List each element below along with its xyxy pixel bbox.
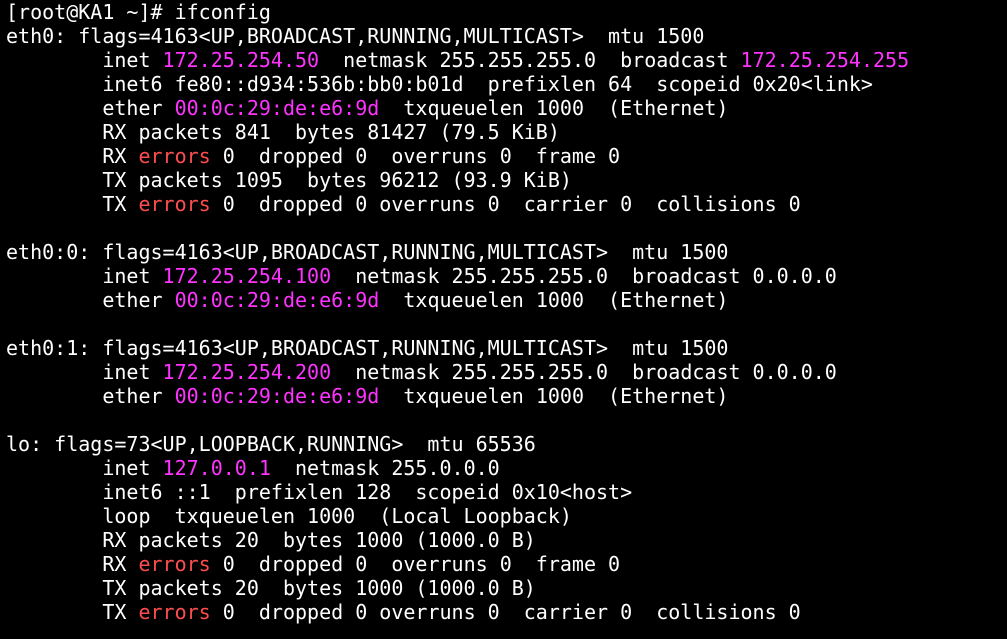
error-keyword: errors [138,192,211,216]
output-text: RX [6,144,139,168]
output-line: eth0:0: flags=4163<UP,BROADCAST,RUNNING,… [6,240,1007,264]
highlighted-address: 172.25.254.200 [162,360,332,384]
output-text: ether [6,96,175,120]
output-text: netmask 255.255.255.0 broadcast [319,48,741,72]
output-text: inet6 fe80::d934:536b:bb0:b01d prefixlen… [6,72,873,96]
output-text: RX packets 20 bytes 1000 (1000.0 B) [6,528,536,552]
output-text: lo: flags=73<UP,LOOPBACK,RUNNING> mtu 65… [6,432,536,456]
output-text: 0 dropped 0 overruns 0 frame 0 [210,552,621,576]
output-text: netmask 255.255.255.0 broadcast 0.0.0.0 [331,360,837,384]
output-line: ether 00:0c:29:de:e6:9d txqueuelen 1000 … [6,288,1007,312]
output-line: inet 172.25.254.100 netmask 255.255.255.… [6,264,1007,288]
output-text: eth0:1: flags=4163<UP,BROADCAST,RUNNING,… [6,336,729,360]
error-keyword: errors [138,552,211,576]
output-text: TX [6,600,139,624]
error-keyword: errors [138,600,211,624]
output-line: TX errors 0 dropped 0 overruns 0 carrier… [6,600,1007,624]
output-line: ether 00:0c:29:de:e6:9d txqueuelen 1000 … [6,384,1007,408]
output-line: eth0: flags=4163<UP,BROADCAST,RUNNING,MU… [6,24,1007,48]
highlighted-address: 00:0c:29:de:e6:9d [174,288,380,312]
highlighted-address: 172.25.254.50 [162,48,320,72]
output-text: inet [6,48,163,72]
output-line: loop txqueuelen 1000 (Local Loopback) [6,504,1007,528]
output-line: RX errors 0 dropped 0 overruns 0 frame 0 [6,144,1007,168]
output-line: inet6 fe80::d934:536b:bb0:b01d prefixlen… [6,72,1007,96]
output-line: TX packets 20 bytes 1000 (1000.0 B) [6,576,1007,600]
output-text: netmask 255.0.0.0 [270,456,500,480]
output-line: inet6 ::1 prefixlen 128 scopeid 0x10<hos… [6,480,1007,504]
output-line: lo: flags=73<UP,LOOPBACK,RUNNING> mtu 65… [6,432,1007,456]
highlighted-address: 172.25.254.255 [740,48,910,72]
output-line: RX packets 20 bytes 1000 (1000.0 B) [6,528,1007,552]
output-text: txqueuelen 1000 (Ethernet) [379,288,729,312]
output-text: inet [6,456,163,480]
output-line: TX packets 1095 bytes 96212 (93.9 KiB) [6,168,1007,192]
output-text: inet [6,360,163,384]
output-text: [root@KA1 ~]# ifconfig [6,0,271,24]
output-line: eth0:1: flags=4163<UP,BROADCAST,RUNNING,… [6,336,1007,360]
terminal-window[interactable]: [root@KA1 ~]# ifconfig eth0: flags=4163<U… [0,0,1007,639]
output-text: TX [6,192,139,216]
output-text: RX [6,552,139,576]
output-text: 0 dropped 0 overruns 0 frame 0 [210,144,621,168]
output-line: TX errors 0 dropped 0 overruns 0 carrier… [6,192,1007,216]
output-text: loop txqueuelen 1000 (Local Loopback) [6,504,572,528]
highlighted-address: 127.0.0.1 [162,456,271,480]
output-text: 0 dropped 0 overruns 0 carrier 0 collisi… [210,600,801,624]
output-text: RX packets 841 bytes 81427 (79.5 KiB) [6,120,560,144]
command-prompt-line: [root@KA1 ~]# ifconfig [6,0,1007,24]
output-text: TX packets 20 bytes 1000 (1000.0 B) [6,576,536,600]
highlighted-address: 00:0c:29:de:e6:9d [174,384,380,408]
output-text: 0 dropped 0 overruns 0 carrier 0 collisi… [210,192,801,216]
output-text: inet [6,264,163,288]
output-text: ether [6,384,175,408]
output-text: eth0: flags=4163<UP,BROADCAST,RUNNING,MU… [6,24,705,48]
output-line: ether 00:0c:29:de:e6:9d txqueuelen 1000 … [6,96,1007,120]
output-text: ether [6,288,175,312]
output-text: netmask 255.255.255.0 broadcast 0.0.0.0 [331,264,837,288]
output-text: eth0:0: flags=4163<UP,BROADCAST,RUNNING,… [6,240,729,264]
output-line: RX packets 841 bytes 81427 (79.5 KiB) [6,120,1007,144]
output-text: txqueuelen 1000 (Ethernet) [379,384,729,408]
output-text: TX packets 1095 bytes 96212 (93.9 KiB) [6,168,572,192]
highlighted-address: 172.25.254.100 [162,264,332,288]
output-text: txqueuelen 1000 (Ethernet) [379,96,729,120]
output-line: inet 172.25.254.200 netmask 255.255.255.… [6,360,1007,384]
highlighted-address: 00:0c:29:de:e6:9d [174,96,380,120]
output-line: RX errors 0 dropped 0 overruns 0 frame 0 [6,552,1007,576]
output-line: inet 127.0.0.1 netmask 255.0.0.0 [6,456,1007,480]
output-text: inet6 ::1 prefixlen 128 scopeid 0x10<hos… [6,480,633,504]
error-keyword: errors [138,144,211,168]
output-line: inet 172.25.254.50 netmask 255.255.255.0… [6,48,1007,72]
